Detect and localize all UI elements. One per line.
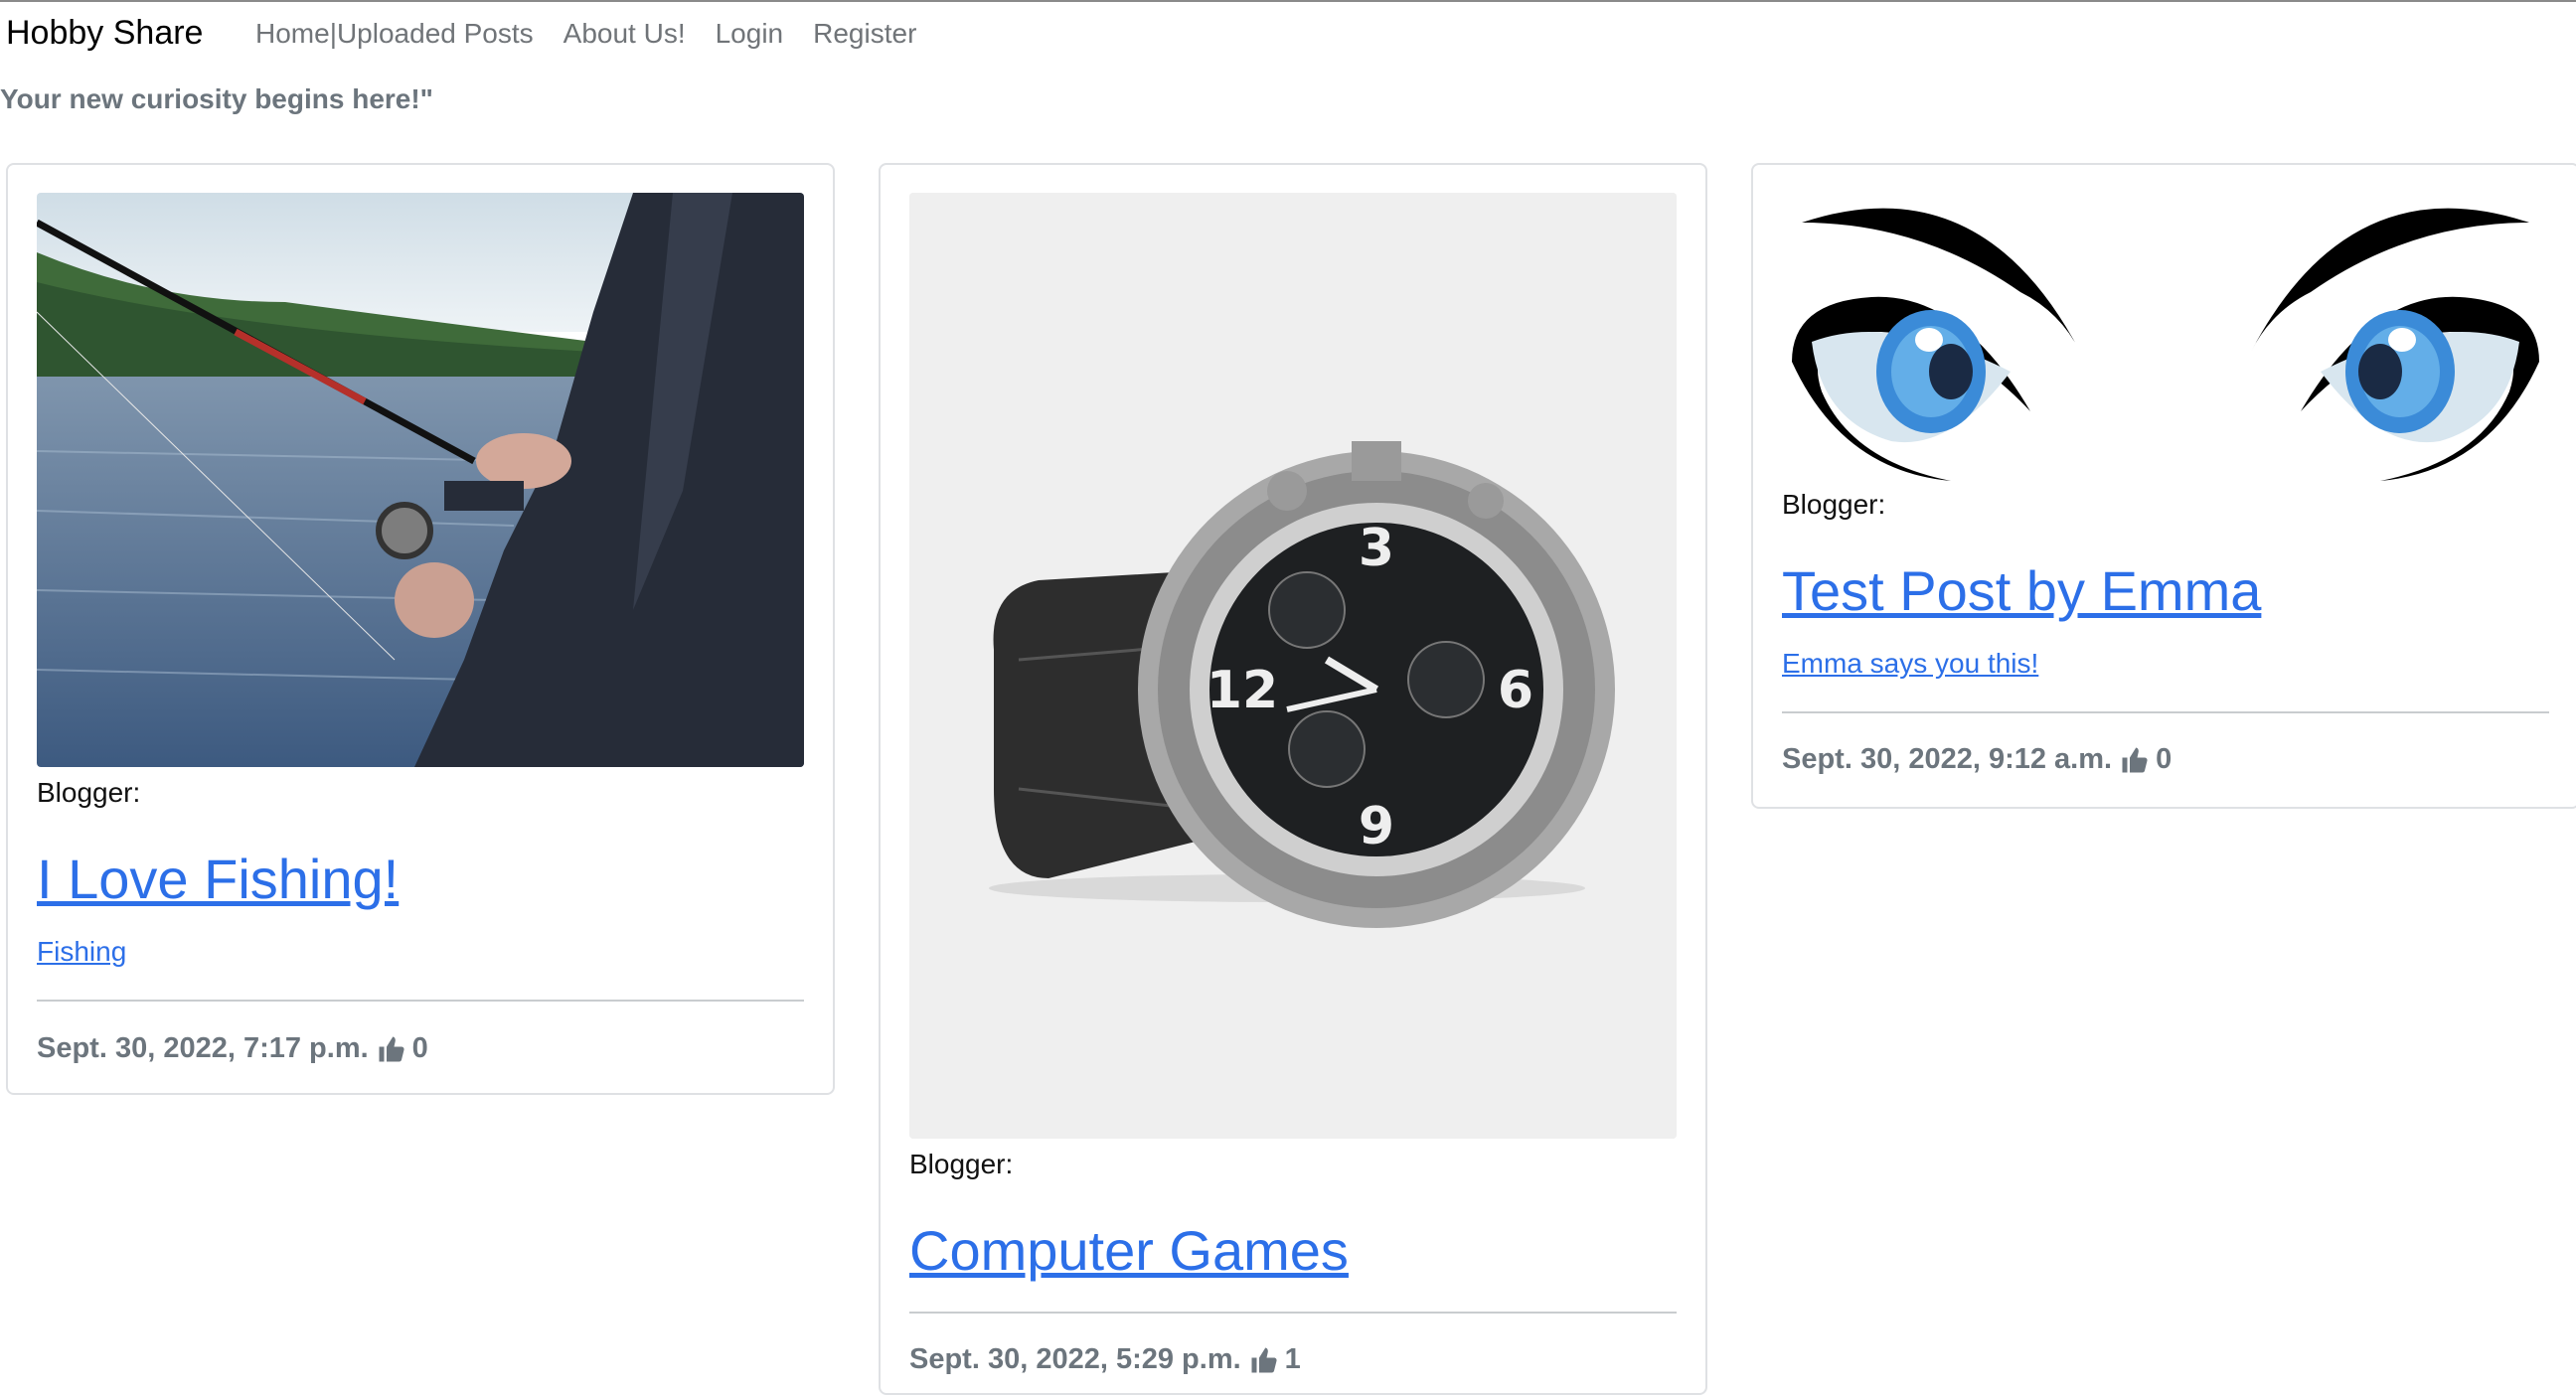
svg-text:12: 12	[1207, 661, 1278, 720]
cartoon-eyes-image	[1782, 193, 2549, 491]
post-card-computer-games: 3 9 6 12 Blogger: Computer Games Sept. 3…	[879, 163, 1707, 1395]
post-card-emma: Blogger: Test Post by Emma Emma says you…	[1751, 163, 2576, 809]
thumbs-up-icon[interactable]	[377, 1034, 406, 1064]
thumbs-up-icon[interactable]	[1249, 1345, 1279, 1375]
post-card-fishing: Blogger: I Love Fishing! Fishing Sept. 3…	[6, 163, 835, 1095]
svg-text:9: 9	[1359, 797, 1394, 856]
card-divider	[1782, 711, 2549, 713]
svg-text:6: 6	[1498, 661, 1533, 720]
svg-text:3: 3	[1359, 519, 1394, 578]
blogger-label: Blogger:	[1782, 489, 1886, 520]
nav-login[interactable]: Login	[716, 18, 784, 50]
nav-about-us[interactable]: About Us!	[564, 18, 686, 50]
nav-home-uploaded-posts[interactable]: Home|Uploaded Posts	[255, 18, 534, 50]
card-divider	[37, 1000, 804, 1002]
like-count: 0	[2156, 743, 2173, 775]
post-date: Sept. 30, 2022, 7:17 p.m.	[37, 1032, 369, 1064]
like-count: 0	[411, 1032, 428, 1064]
post-title-link[interactable]: I Love Fishing!	[37, 847, 399, 911]
card-divider	[909, 1312, 1677, 1314]
nav-links: Home|Uploaded Posts About Us! Login Regi…	[255, 18, 946, 50]
post-date: Sept. 30, 2022, 9:12 a.m.	[1782, 743, 2113, 775]
post-subtitle-link[interactable]: Emma says you this!	[1782, 648, 2038, 680]
post-meta: Sept. 30, 2022, 9:12 a.m. 0	[1782, 743, 2172, 776]
blogger-label: Blogger:	[37, 777, 141, 808]
fishing-photo	[37, 193, 804, 767]
blogger-label: Blogger:	[909, 1149, 1014, 1179]
post-meta: Sept. 30, 2022, 5:29 p.m. 1	[909, 1343, 1301, 1376]
post-subtitle-link[interactable]: Fishing	[37, 936, 126, 968]
post-date: Sept. 30, 2022, 5:29 p.m.	[909, 1343, 1241, 1375]
post-title-link[interactable]: Computer Games	[909, 1218, 1349, 1283]
navbar: Hobby Share Home|Uploaded Posts About Us…	[0, 2, 2576, 66]
brand-link[interactable]: Hobby Share	[6, 14, 203, 53]
tagline: Your new curiosity begins here!"	[0, 83, 433, 114]
post-title-link[interactable]: Test Post by Emma	[1782, 558, 2261, 623]
nav-register[interactable]: Register	[813, 18, 916, 50]
wristwatch-photo: 3 9 6 12	[909, 193, 1677, 1139]
like-count: 1	[1284, 1343, 1301, 1375]
thumbs-up-icon[interactable]	[2120, 745, 2150, 775]
post-meta: Sept. 30, 2022, 7:17 p.m. 0	[37, 1032, 428, 1065]
